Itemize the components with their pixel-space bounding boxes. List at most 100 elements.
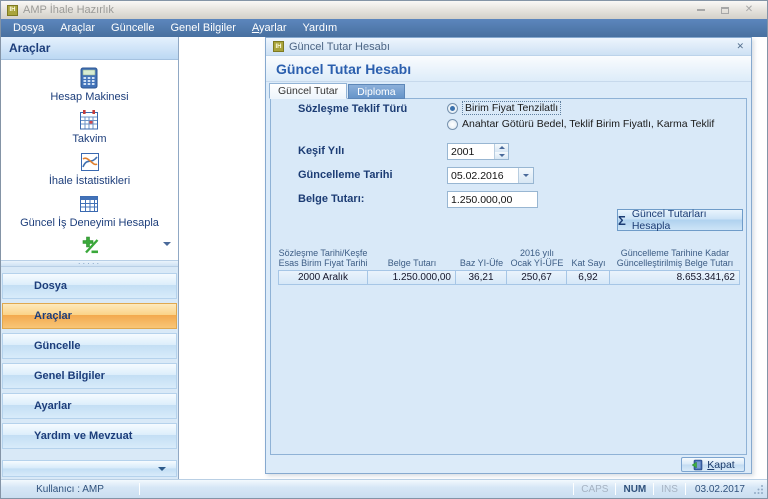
menu-genel-bilgiler[interactable]: Genel Bilgiler: [162, 19, 243, 37]
sidebar-item-genel-bilgiler[interactable]: Genel Bilgiler: [2, 363, 177, 389]
column-header: 2016 yılı Ocak Yİ-ÜFE: [507, 246, 567, 270]
tool-ihale-istatistikleri[interactable]: İhale İstatistikleri: [49, 151, 130, 187]
add-percent-icon: [80, 235, 100, 255]
sigma-icon: Σ: [618, 214, 626, 227]
dialog-heading: Güncel Tutar Hesabı: [266, 56, 751, 82]
guncel-tutar-dialog: IH Güncel Tutar Hesabı ✕ Güncel Tutar He…: [265, 37, 752, 474]
sidebar-item-dosya[interactable]: Dosya: [2, 273, 177, 299]
table-cell: 250,67: [507, 270, 567, 285]
statusbar-user: Kullanıcı : AMP: [1, 484, 139, 495]
nav-label: Yardım ve Mevzuat: [34, 430, 132, 442]
menu-araclar[interactable]: Araçlar: [52, 19, 103, 37]
dialog-titlebar: IH Güncel Tutar Hesabı ✕: [266, 38, 751, 56]
tool-add-percentage[interactable]: [80, 235, 100, 255]
dialog-tabs: Güncel Tutar Diploma: [266, 82, 751, 99]
dialog-title: Güncel Tutar Hesabı: [289, 41, 390, 53]
tab-diploma[interactable]: Diploma: [348, 84, 405, 99]
column-header: Baz YI-Üfe: [456, 246, 507, 270]
spinner-down-button[interactable]: [495, 152, 508, 160]
table-cell: 6,92: [567, 270, 610, 285]
statusbar: Kullanıcı : AMP CAPS NUM INS 03.02.2017: [1, 479, 767, 498]
dialog-icon: IH: [273, 41, 284, 52]
nav-label: Dosya: [34, 280, 67, 292]
nav-label: Güncelle: [34, 340, 80, 352]
radio-birim-fiyat[interactable]: Birim Fiyat Tenzilatlı: [447, 101, 561, 115]
kapat-button[interactable]: Kapat: [681, 457, 745, 472]
mdi-workspace: IH Güncel Tutar Hesabı ✕ Güncel Tutar He…: [179, 37, 767, 479]
sidebar-header: Araçlar: [1, 37, 178, 60]
spinner-up-button[interactable]: [495, 144, 508, 152]
tool-hesap-makinesi[interactable]: Hesap Makinesi: [50, 67, 128, 103]
column-header: Sözleşme Tarihi/Keşfe Esas Birim Fiyat T…: [278, 246, 368, 270]
statusbar-num-indicator: NUM: [616, 484, 653, 495]
statistics-chart-icon: [79, 151, 101, 173]
discovery-year-label: Keşif Yılı: [298, 145, 344, 157]
radio-label: Anahtar Götürü Bedel, Teklif Birim Fiyat…: [462, 118, 714, 130]
table-header-row: Sözleşme Tarihi/Keşfe Esas Birim Fiyat T…: [278, 246, 740, 270]
maximize-button[interactable]: [719, 4, 731, 16]
window-title: AMP İhale Hazırlık: [23, 4, 114, 16]
combobox-value: 05.02.2016: [448, 168, 518, 183]
radio-selected-icon: [447, 103, 458, 114]
chevron-down-icon: [158, 467, 166, 471]
document-amount-label: Belge Tutarı:: [298, 193, 364, 205]
tool-label: Takvim: [72, 133, 106, 145]
statusbar-caps-indicator: CAPS: [574, 484, 615, 495]
sidebar-item-yardim-ve-mevzuat[interactable]: Yardım ve Mevzuat: [2, 423, 177, 449]
spinner-value: 2001: [448, 144, 494, 159]
arrow-down-icon: [499, 154, 505, 157]
sidebar: Araçlar Hesap Makinesi: [1, 37, 179, 479]
tool-label: Hesap Makinesi: [50, 91, 128, 103]
close-button[interactable]: ✕: [743, 4, 755, 16]
minimize-button[interactable]: [695, 4, 707, 16]
calculate-amounts-button[interactable]: Σ Güncel Tutarları Hesapla: [617, 209, 743, 231]
resize-grip-icon[interactable]: [754, 484, 767, 494]
tab-content: Sözleşme Teklif Türü Keşif Yılı Güncelle…: [270, 98, 747, 455]
combobox-dropdown-button[interactable]: [518, 168, 533, 183]
column-header: Belge Tutarı: [368, 246, 456, 270]
radio-anahtar-goturu[interactable]: Anahtar Götürü Bedel, Teklif Birim Fiyat…: [447, 118, 714, 130]
nav-label: Ayarlar: [34, 400, 72, 412]
kapat-button-label: Kapat: [707, 459, 734, 471]
nav-label: Genel Bilgiler: [34, 370, 105, 382]
dialog-close-button[interactable]: ✕: [736, 41, 744, 52]
dialog-footer: Kapat: [266, 455, 751, 474]
sidebar-collapse-strip[interactable]: [2, 460, 177, 477]
table-row[interactable]: 2000 Aralık 1.250.000,00 36,21 250,67 6,…: [278, 270, 740, 285]
menu-dosya[interactable]: Dosya: [5, 19, 52, 37]
update-date-label: Güncelleme Tarihi: [298, 169, 393, 181]
sidebar-nav: Dosya Araçlar Güncelle Genel Bilgiler Ay…: [1, 267, 178, 479]
discovery-year-spinner[interactable]: 2001: [447, 143, 509, 160]
arrow-up-icon: [499, 146, 505, 149]
sidebar-item-guncelle[interactable]: Güncelle: [2, 333, 177, 359]
nav-label: Araçlar: [34, 310, 72, 322]
menubar: Dosya Araçlar Güncelle Genel Bilgiler Ay…: [1, 19, 767, 37]
calculate-button-label: Güncel Tutarları Hesapla: [632, 208, 742, 232]
document-amount-input[interactable]: [447, 191, 538, 208]
statusbar-date: 03.02.2017: [686, 484, 754, 495]
statusbar-divider: [139, 483, 140, 495]
column-header: Güncelleme Tarihine Kadar Güncelleştiril…: [610, 246, 740, 270]
tool-guncel-is-deneyimi[interactable]: Güncel İş Deneyimi Hesapla: [20, 193, 159, 229]
app-icon: IH: [7, 5, 18, 16]
menu-yardim[interactable]: Yardım: [295, 19, 346, 37]
calculator-icon: [78, 67, 100, 89]
table-cell: 1.250.000,00: [368, 270, 456, 285]
contract-type-label: Sözleşme Teklif Türü: [298, 103, 407, 115]
sidebar-splitter[interactable]: ·····: [1, 260, 178, 267]
menu-ayarlar[interactable]: Ayarlar: [244, 19, 295, 37]
menu-guncelle[interactable]: Güncelle: [103, 19, 162, 37]
update-date-combobox[interactable]: 05.02.2016: [447, 167, 534, 184]
tool-takvim[interactable]: Takvim: [72, 109, 106, 145]
exit-door-icon: [691, 459, 703, 471]
sidebar-item-araclar[interactable]: Araçlar: [2, 303, 177, 329]
sidebar-item-ayarlar[interactable]: Ayarlar: [2, 393, 177, 419]
tab-guncel-tutar[interactable]: Güncel Tutar: [269, 83, 347, 99]
minimize-icon: [697, 9, 705, 11]
tools-overflow-chevron-icon[interactable]: [163, 242, 171, 246]
chevron-down-icon: [523, 174, 529, 177]
table-cell: 8.653.341,62: [610, 270, 740, 285]
calendar-icon: [78, 109, 100, 131]
window-titlebar: IH AMP İhale Hazırlık ✕: [1, 1, 767, 19]
column-header: Kat Sayı: [567, 246, 610, 270]
